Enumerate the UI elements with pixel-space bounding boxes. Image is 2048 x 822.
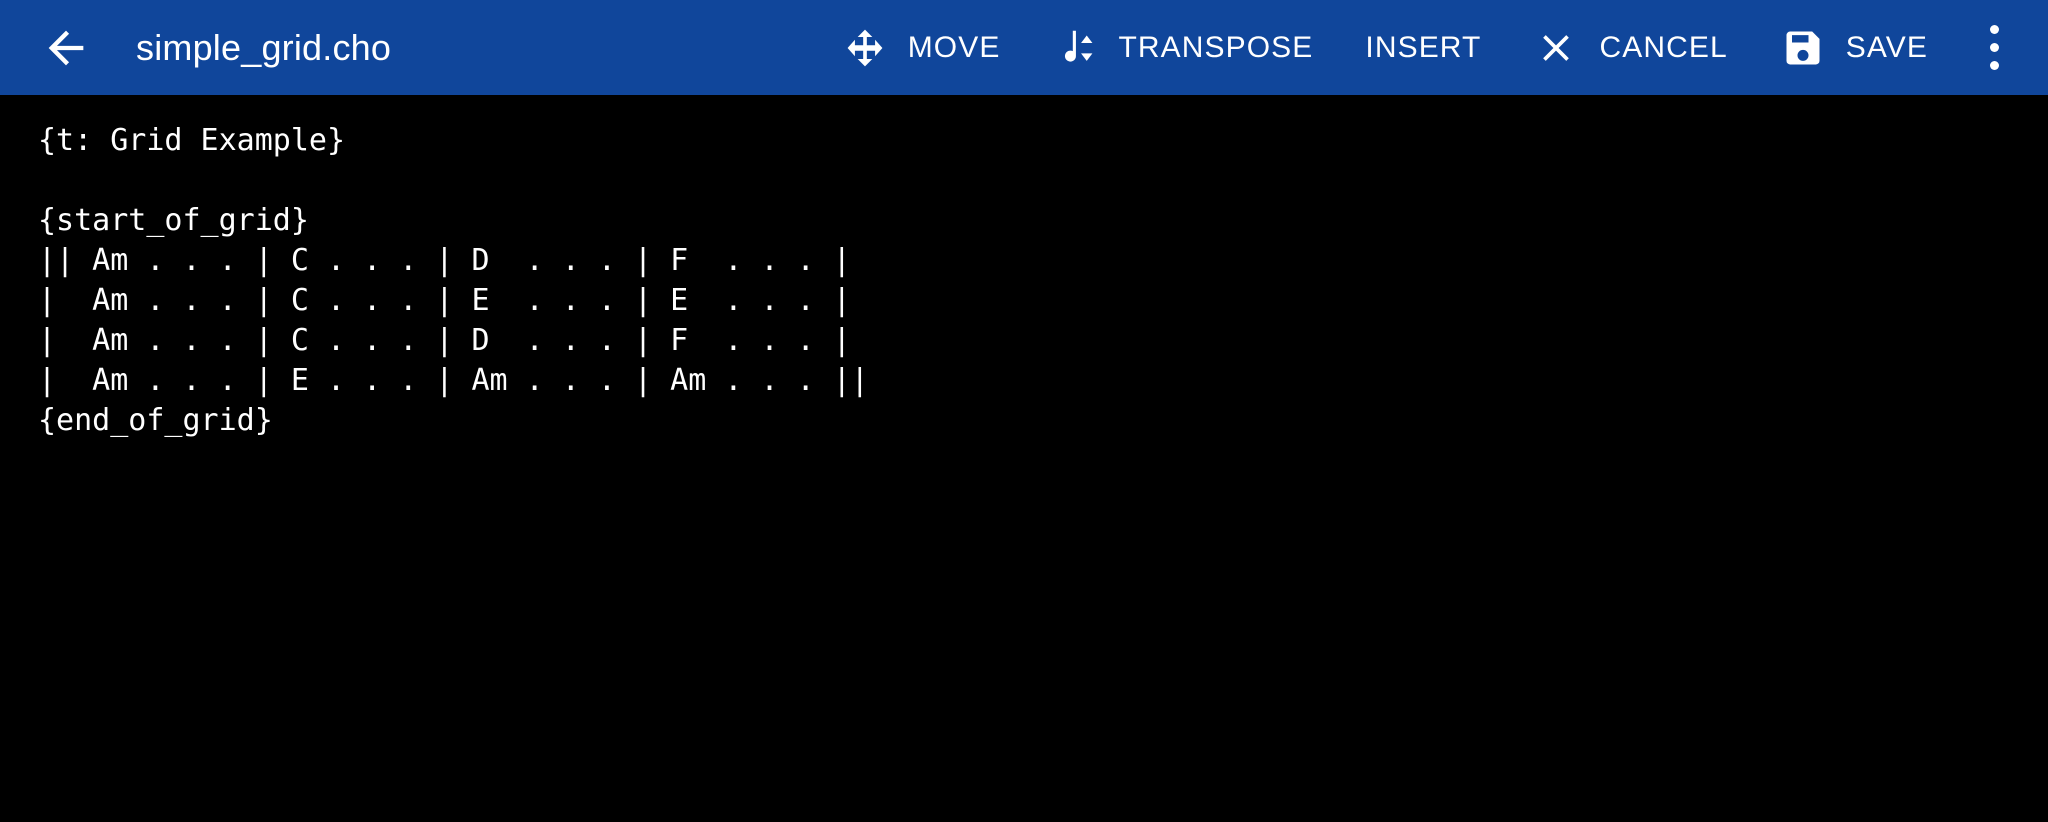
cancel-button[interactable]: CANCEL	[1507, 0, 1753, 95]
transpose-button[interactable]: TRANSPOSE	[1026, 0, 1339, 95]
close-x-icon	[1533, 25, 1579, 71]
overflow-dot-bottom	[1989, 61, 1999, 70]
editor-area[interactable]: {t: Grid Example} {start_of_grid} || Am …	[0, 95, 2048, 822]
floppy-disk-save-icon	[1780, 25, 1826, 71]
overflow-dot-top	[1989, 25, 1999, 34]
transpose-note-arrows-icon	[1052, 25, 1098, 71]
toolbar-actions: MOVE TRANSPOSE INSERT CANCEL SAVE	[816, 0, 2026, 95]
save-label: SAVE	[1845, 30, 1928, 64]
insert-label: INSERT	[1365, 30, 1482, 64]
save-button[interactable]: SAVE	[1754, 0, 1954, 95]
move-cross-arrows-icon	[842, 25, 888, 71]
chordpro-source-text[interactable]: {t: Grid Example} {start_of_grid} || Am …	[38, 121, 2048, 441]
more-vert-icon[interactable]	[1962, 0, 2026, 95]
arrow-back-icon	[40, 22, 92, 74]
app-bar: simple_grid.cho MOVE TRANSPOSE INSERT CA…	[0, 0, 2048, 95]
move-label: MOVE	[907, 30, 1001, 64]
cancel-label: CANCEL	[1599, 30, 1728, 64]
transpose-label: TRANSPOSE	[1118, 30, 1314, 64]
back-button[interactable]	[28, 10, 104, 86]
move-button[interactable]: MOVE	[816, 0, 1027, 95]
page-title: simple_grid.cho	[136, 27, 392, 68]
insert-button[interactable]: INSERT	[1339, 0, 1507, 95]
overflow-dot-middle	[1989, 43, 1999, 52]
